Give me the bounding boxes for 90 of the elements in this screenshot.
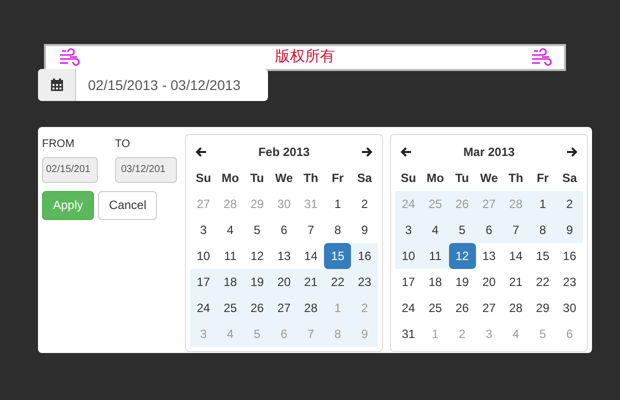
day-cell[interactable]: 12 [448,243,476,269]
date-range-field[interactable]: 02/15/2013 - 03/12/2013 [38,69,268,101]
day-cell[interactable]: 18 [216,269,244,295]
day-cell[interactable]: 29 [529,295,556,321]
day-cell[interactable]: 9 [556,217,583,243]
previous-month-icon[interactable] [195,146,207,158]
day-cell[interactable]: 25 [216,295,244,321]
previous-month-icon[interactable] [400,146,412,158]
day-cell[interactable]: 10 [190,243,217,269]
weekday-label: Su [400,170,418,187]
weekday-label: Su [194,170,212,187]
weekday-label: Tu [249,170,266,187]
day-cell[interactable]: 2 [556,191,583,217]
day-cell[interactable]: 19 [244,269,271,295]
day-cell[interactable]: 6 [270,217,298,243]
day-cell[interactable]: 1 [324,191,352,217]
day-cell[interactable]: 11 [422,243,449,269]
day-cell[interactable]: 24 [190,295,217,321]
day-cell[interactable]: 21 [502,269,530,295]
day-cell[interactable]: 25 [422,295,449,321]
weekday-label: Th [302,170,320,187]
day-cell[interactable]: 15 [529,243,556,269]
weekday-label: Sa [356,170,373,187]
day-cell[interactable]: 3 [190,217,217,243]
day-cell[interactable]: 17 [190,269,217,295]
day-cell[interactable]: 14 [502,243,530,269]
wind-icon [530,48,552,68]
day-cell[interactable]: 14 [297,243,324,269]
next-month-icon[interactable] [361,146,373,158]
day-cell[interactable]: 22 [529,269,556,295]
weekday-label: We [274,170,294,187]
copyright-text: 版权所有 [275,47,335,68]
day-cell[interactable]: 4 [216,217,244,243]
day-cell[interactable]: 23 [351,269,378,295]
day-cell[interactable]: 6 [476,217,502,243]
weekday-label: We [479,170,499,187]
next-month-icon[interactable] [566,146,578,158]
day-cell[interactable]: 18 [422,269,449,295]
day-cell[interactable]: 26 [244,295,271,321]
day-cell[interactable]: 23 [556,269,583,295]
day-cell[interactable]: 9 [351,217,378,243]
weekday-label: Th [508,170,524,187]
day-cell[interactable]: 5 [448,217,476,243]
day-cell[interactable]: 11 [216,243,244,269]
month-title: Feb 2013 [258,144,310,161]
day-cell[interactable]: 12 [244,243,271,269]
weekday-label: Sa [561,170,578,187]
wind-icon [58,48,80,68]
day-cell[interactable]: 13 [476,243,502,269]
day-cell[interactable]: 2 [351,191,378,217]
day-cell[interactable]: 24 [395,295,422,321]
cancel-button[interactable]: Cancel [98,190,158,220]
day-cell[interactable]: 16 [556,243,583,269]
day-cell[interactable]: 28 [502,295,530,321]
day-cell[interactable]: 26 [448,295,476,321]
from-date-field[interactable]: 02/15/201 [42,156,98,182]
day-cell[interactable]: 27 [270,295,298,321]
to-date-field[interactable]: 03/12/201 [115,156,177,182]
day-cell[interactable]: 8 [529,217,556,243]
day-cell[interactable]: 20 [476,269,502,295]
day-cell[interactable]: 4 [422,217,449,243]
day-cell[interactable]: 8 [324,217,352,243]
day-cell[interactable]: 20 [270,269,298,295]
from-label: FROM [42,137,76,152]
day-cell[interactable]: 17 [395,269,422,295]
weekday-label: Tu [454,170,470,187]
day-cell[interactable]: 15 [324,243,352,269]
date-range-value: 02/15/2013 - 03/12/2013 [87,76,241,94]
day-cell[interactable]: 16 [351,243,378,269]
day-cell[interactable]: 31 [395,321,422,347]
day-cell[interactable]: 10 [395,243,422,269]
day-cell[interactable]: 27 [476,295,502,321]
day-cell[interactable]: 13 [270,243,298,269]
day-cell[interactable]: 7 [502,217,530,243]
weekday-label: Fr [330,170,345,187]
weekday-label: Mo [426,170,445,187]
day-cell[interactable]: 5 [244,217,271,243]
day-cell[interactable]: 30 [556,295,583,321]
day-cell[interactable]: 28 [297,295,324,321]
to-label: TO [115,137,132,152]
day-cell[interactable]: 7 [297,217,324,243]
weekday-label: Mo [220,170,240,187]
month-title: Mar 2013 [463,144,515,161]
day-cell[interactable]: 3 [395,217,422,243]
calendar-icon [38,69,76,101]
day-cell[interactable]: 19 [448,269,476,295]
weekday-label: Fr [536,170,550,187]
day-cell[interactable]: 1 [529,191,556,217]
day-cell[interactable]: 21 [297,269,324,295]
day-cell[interactable]: 22 [324,269,352,295]
